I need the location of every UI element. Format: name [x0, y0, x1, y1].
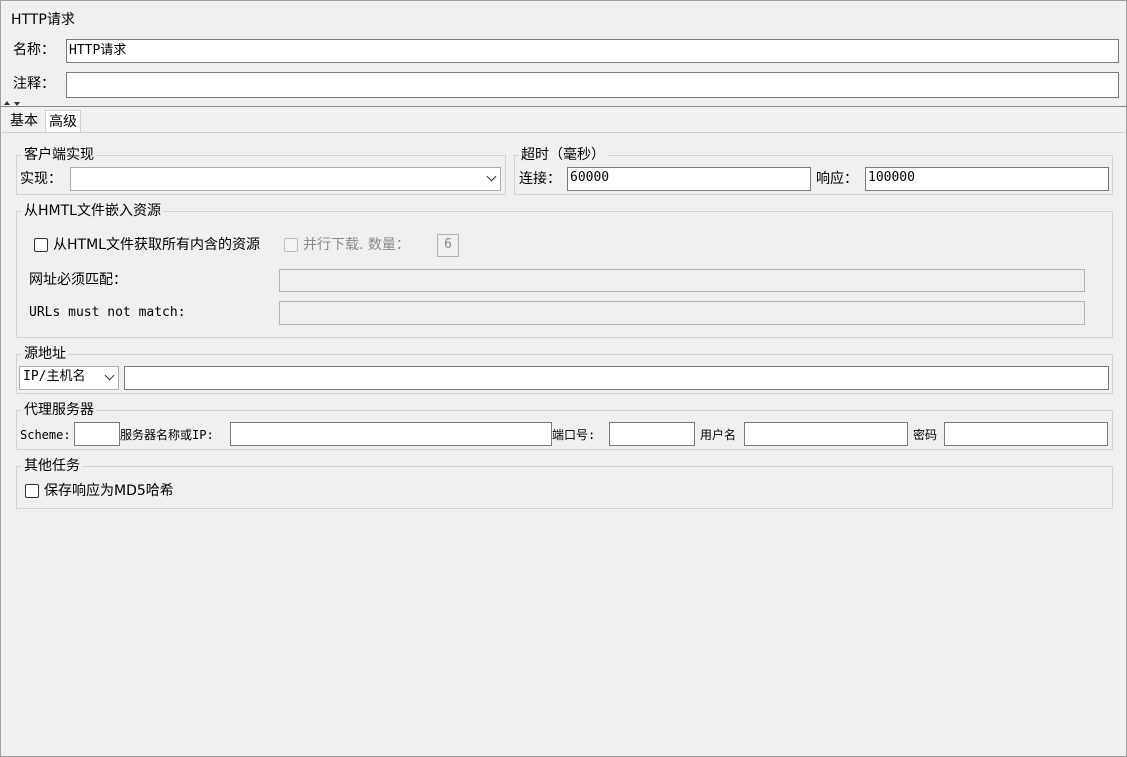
md5-label: 保存响应为MD5哈希	[44, 483, 174, 499]
md5-checkbox[interactable]	[25, 484, 39, 498]
parallel-download-checkbox[interactable]	[284, 238, 298, 252]
must-not-match-field[interactable]	[279, 301, 1085, 325]
source-address-title: 源地址	[22, 345, 68, 363]
username-label: 用户名	[700, 428, 737, 442]
response-timeout-field[interactable]: 100000	[865, 167, 1109, 191]
source-type-value: IP/主机名	[23, 369, 86, 384]
tab-advanced[interactable]: 高级	[45, 110, 81, 132]
other-tasks-group	[16, 466, 1113, 509]
server-label: 服务器名称或IP:	[120, 428, 214, 442]
connect-label: 连接：	[519, 171, 561, 187]
client-impl-title: 客户端实现	[22, 146, 96, 164]
comment-field[interactable]	[66, 72, 1119, 98]
must-not-match-label: URLs must not match:	[29, 305, 186, 320]
must-match-label: 网址必须匹配：	[29, 272, 127, 288]
name-label: 名称：	[13, 42, 55, 58]
panel-title: HTTP请求	[11, 12, 75, 28]
parallel-download-label: 并行下载. 数量：	[303, 237, 410, 253]
collapse-up-icon[interactable]	[4, 101, 10, 105]
impl-select[interactable]	[70, 167, 501, 191]
splitter[interactable]	[0, 106, 1127, 107]
timeout-title: 超时（毫秒）	[519, 146, 607, 164]
impl-label: 实现：	[20, 171, 62, 187]
chevron-down-icon	[486, 171, 497, 182]
port-field[interactable]	[609, 422, 695, 446]
embedded-resources-title: 从HMTL文件嵌入资源	[22, 202, 163, 220]
response-label: 响应：	[816, 171, 858, 187]
source-type-select[interactable]: IP/主机名	[19, 366, 119, 390]
tab-divider	[2, 132, 1125, 133]
connect-timeout-field[interactable]: 60000	[567, 167, 811, 191]
other-tasks-title: 其他任务	[22, 457, 82, 475]
must-match-field[interactable]	[279, 269, 1085, 292]
username-field[interactable]	[744, 422, 908, 446]
scheme-label: Scheme:	[20, 428, 71, 442]
chevron-down-icon	[104, 370, 115, 381]
retrieve-resources-label: 从HTML文件获取所有内含的资源	[53, 237, 260, 253]
password-label: 密码	[913, 428, 938, 442]
name-field[interactable]: HTTP请求	[66, 39, 1119, 63]
source-address-field[interactable]	[124, 366, 1109, 390]
scheme-field[interactable]	[74, 422, 120, 446]
tab-basic[interactable]: 基本	[7, 110, 41, 132]
port-label: 端口号:	[552, 428, 596, 442]
parallel-count-field[interactable]: 6	[437, 234, 459, 257]
retrieve-resources-checkbox[interactable]	[34, 238, 48, 252]
proxy-title: 代理服务器	[22, 401, 96, 419]
password-field[interactable]	[944, 422, 1108, 446]
comment-label: 注释：	[13, 76, 55, 92]
server-field[interactable]	[230, 422, 552, 446]
